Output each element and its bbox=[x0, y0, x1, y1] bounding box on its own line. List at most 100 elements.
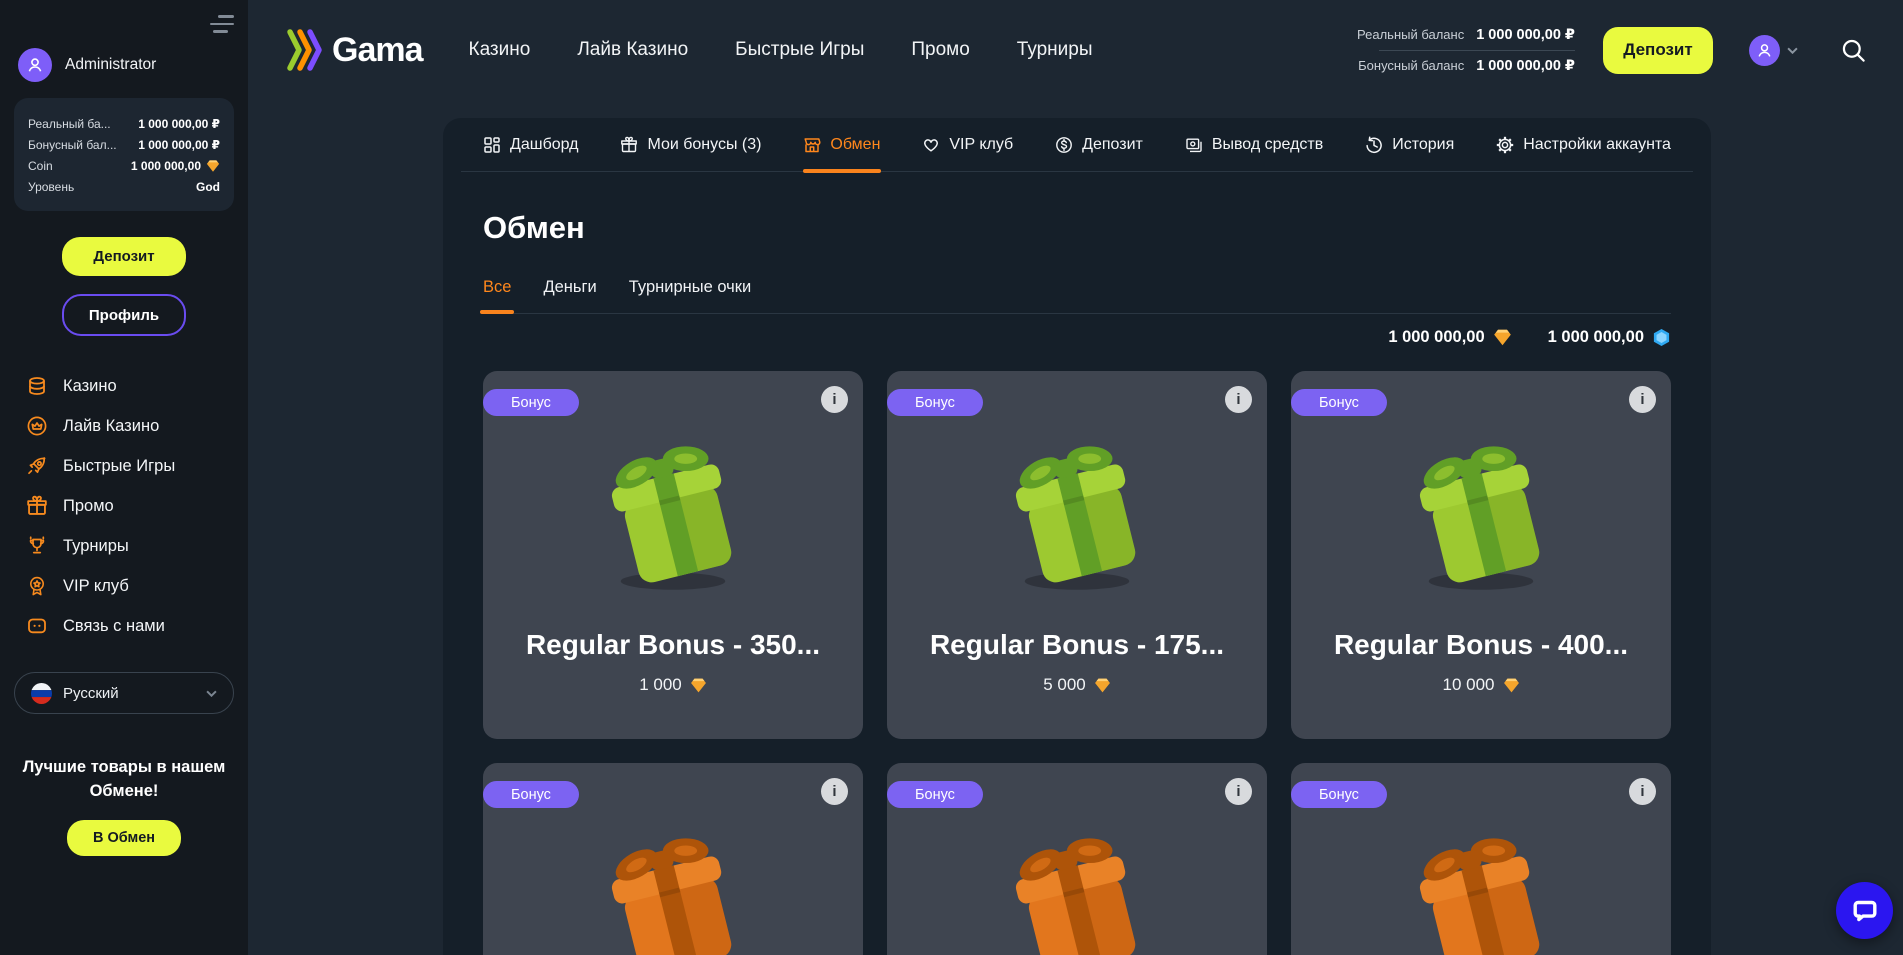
info-icon[interactable]: i bbox=[821, 778, 848, 805]
gift-box-image bbox=[1291, 423, 1671, 595]
sidebar-item-contact-us[interactable]: Связь с нами bbox=[0, 606, 248, 646]
bonus-price: 5 000 bbox=[887, 675, 1267, 695]
user-row[interactable]: Administrator bbox=[18, 48, 232, 82]
page-title: Обмен bbox=[483, 210, 1671, 246]
nav-promo[interactable]: Промо bbox=[911, 39, 969, 61]
tab-my-bonuses[interactable]: Мои бонусы (3) bbox=[620, 118, 761, 171]
nav-tournaments[interactable]: Турниры bbox=[1017, 39, 1093, 61]
info-icon[interactable]: i bbox=[821, 386, 848, 413]
russia-flag-icon bbox=[31, 683, 52, 704]
tab-deposit[interactable]: Депозит bbox=[1055, 118, 1143, 171]
header-balances: Реальный баланс 1 000 000,00 ₽ Бонусный … bbox=[1357, 27, 1575, 74]
balance-label: Уровень bbox=[28, 180, 74, 194]
bonus-title: Regular Bonus - 400... bbox=[1301, 629, 1661, 661]
info-icon[interactable]: i bbox=[1225, 386, 1252, 413]
bonus-card[interactable]: Бонус i bbox=[887, 371, 1267, 739]
chevron-down-icon bbox=[206, 690, 217, 697]
bonus-card[interactable]: Бонус i bbox=[887, 763, 1267, 955]
bonus-badge: Бонус bbox=[887, 389, 983, 416]
gear-icon bbox=[1496, 136, 1514, 154]
gift-box-image bbox=[1291, 815, 1671, 955]
balance-value: 1 000 000,00 ₽ bbox=[138, 117, 220, 131]
search-button[interactable] bbox=[1840, 37, 1867, 64]
logo-mark-icon bbox=[284, 28, 324, 72]
gem-orange-icon bbox=[206, 159, 220, 173]
filter-all[interactable]: Все bbox=[483, 278, 511, 297]
banknote-icon bbox=[1185, 136, 1203, 154]
bonus-card[interactable]: Бонус i bbox=[1291, 371, 1671, 739]
sidebar-menu: Казино Лайв Казино Быстрые bbox=[0, 366, 248, 646]
sidebar-item-label: VIP клуб bbox=[63, 577, 129, 596]
sidebar-item-live-casino[interactable]: Лайв Казино bbox=[0, 406, 248, 446]
user-avatar bbox=[18, 48, 52, 82]
heart-icon bbox=[922, 136, 940, 154]
bonus-badge: Бонус bbox=[1291, 389, 1387, 416]
nav-fast-games[interactable]: Быстрые Игры bbox=[735, 39, 864, 61]
sidebar-profile-button[interactable]: Профиль bbox=[62, 294, 186, 336]
nav-casino[interactable]: Казино bbox=[469, 39, 531, 61]
go-to-exchange-button[interactable]: В Обмен bbox=[67, 820, 181, 856]
tab-withdraw[interactable]: Вывод средств bbox=[1185, 118, 1323, 171]
header-avatar bbox=[1749, 35, 1780, 66]
bonus-title: Regular Bonus - 175... bbox=[897, 629, 1257, 661]
coins-icon bbox=[26, 375, 48, 397]
live-chat-button[interactable] bbox=[1836, 882, 1893, 939]
sidebar-item-casino[interactable]: Казино bbox=[0, 366, 248, 406]
wallet-balances: 1 000 000,00 1 000 000,00 bbox=[483, 328, 1671, 347]
header-bonus-balance: Бонусный баланс 1 000 000,00 ₽ bbox=[1358, 58, 1575, 74]
bonus-badge: Бонус bbox=[1291, 781, 1387, 808]
gem-blue-icon bbox=[1652, 328, 1671, 347]
hamburger-menu-icon[interactable] bbox=[210, 15, 234, 33]
sidebar-item-vip-club[interactable]: VIP клуб bbox=[0, 566, 248, 606]
gem-orange-icon bbox=[1493, 328, 1512, 347]
bonus-card[interactable]: Бонус i bbox=[483, 371, 863, 739]
bonus-title: Regular Bonus - 350... bbox=[493, 629, 853, 661]
bonus-card[interactable]: Бонус i bbox=[483, 763, 863, 955]
account-menu[interactable] bbox=[1749, 35, 1798, 66]
tab-label: Настройки аккаунта bbox=[1523, 136, 1671, 154]
header-deposit-button[interactable]: Депозит bbox=[1603, 27, 1713, 74]
gift-box-image bbox=[887, 815, 1267, 955]
info-icon[interactable]: i bbox=[1629, 778, 1656, 805]
gama-logo[interactable]: Gama bbox=[284, 28, 423, 72]
trophy-icon bbox=[26, 535, 48, 557]
info-icon[interactable]: i bbox=[1225, 778, 1252, 805]
tab-vip-club[interactable]: VIP клуб bbox=[922, 118, 1013, 171]
info-icon[interactable]: i bbox=[1629, 386, 1656, 413]
sidebar-item-fast-games[interactable]: Быстрые Игры bbox=[0, 446, 248, 486]
nav-live-casino[interactable]: Лайв Казино bbox=[577, 39, 688, 61]
sidebar-item-label: Связь с нами bbox=[63, 617, 165, 636]
account-tabs: Дашборд Мои бонусы (3) Обмен bbox=[461, 118, 1693, 172]
balance-value: 1 000 000,00 bbox=[131, 159, 220, 173]
header-real-balance: Реальный баланс 1 000 000,00 ₽ bbox=[1357, 27, 1575, 43]
dashboard-icon bbox=[483, 136, 501, 154]
sidebar-deposit-button[interactable]: Депозит bbox=[62, 237, 186, 276]
vip-badge-icon bbox=[26, 575, 48, 597]
tab-account-settings[interactable]: Настройки аккаунта bbox=[1496, 118, 1671, 171]
balance-row-real: Реальный ба... 1 000 000,00 ₽ bbox=[28, 117, 220, 131]
person-icon bbox=[25, 55, 45, 75]
tab-label: VIP клуб bbox=[949, 136, 1013, 154]
history-icon bbox=[1365, 136, 1383, 154]
gem-orange-icon bbox=[690, 677, 707, 694]
sidebar-item-promo[interactable]: Промо bbox=[0, 486, 248, 526]
divider bbox=[1379, 50, 1575, 51]
tab-label: Мои бонусы (3) bbox=[647, 136, 761, 154]
gift-box-image bbox=[887, 423, 1267, 595]
gem-orange-icon bbox=[1094, 677, 1111, 694]
filter-tournament-points[interactable]: Турнирные очки bbox=[629, 278, 751, 297]
balance-label: Бонусный бал... bbox=[28, 138, 117, 152]
sidebar-item-tournaments[interactable]: Турниры bbox=[0, 526, 248, 566]
tab-exchange[interactable]: Обмен bbox=[803, 118, 880, 171]
balance-row-level: Уровень God bbox=[28, 180, 220, 194]
filter-money[interactable]: Деньги bbox=[543, 278, 596, 297]
tab-dashboard[interactable]: Дашборд bbox=[483, 118, 579, 171]
tab-history[interactable]: История bbox=[1365, 118, 1454, 171]
tab-label: Дашборд bbox=[510, 136, 579, 154]
search-icon bbox=[1840, 37, 1867, 64]
chat-icon bbox=[26, 615, 48, 637]
shop-icon bbox=[803, 136, 821, 154]
bonus-card[interactable]: Бонус i bbox=[1291, 763, 1671, 955]
language-selector[interactable]: Русский bbox=[14, 672, 234, 714]
bonus-price: 10 000 bbox=[1291, 675, 1671, 695]
